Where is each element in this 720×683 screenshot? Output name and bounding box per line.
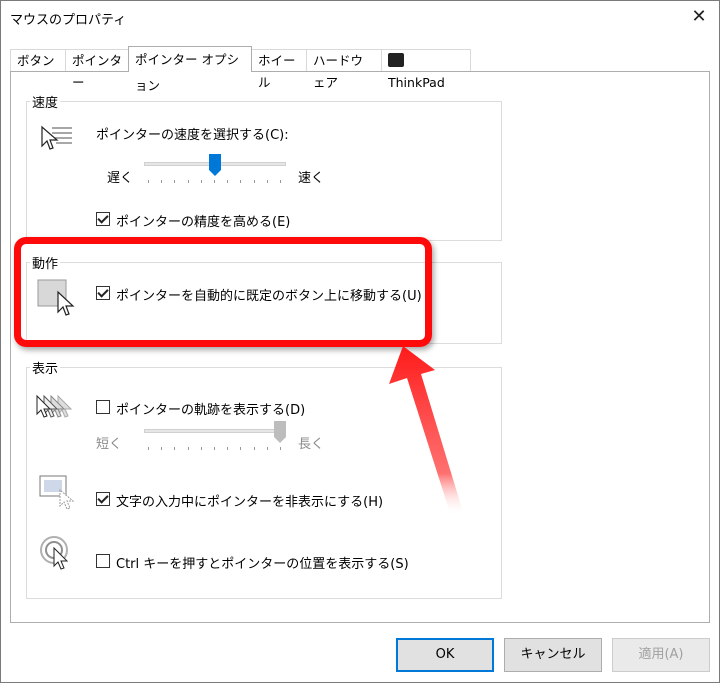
- slider-tick: [266, 447, 268, 450]
- slider-tick: [187, 180, 189, 183]
- tab-buttons[interactable]: ボタン: [10, 49, 66, 71]
- trails-checkbox[interactable]: [96, 400, 110, 414]
- speed-slider-thumb[interactable]: [209, 154, 221, 176]
- tab-pointers[interactable]: ポインター: [65, 49, 129, 90]
- slider-tick: [240, 447, 242, 450]
- precision-checkbox[interactable]: [96, 212, 110, 226]
- slider-tick: [266, 180, 268, 183]
- trails-slider-track[interactable]: [144, 429, 286, 433]
- tab-wheel[interactable]: ホイール: [251, 49, 307, 90]
- annotation-arrow: [389, 346, 463, 516]
- fast-label: 速く: [298, 171, 325, 186]
- long-label: 長く: [298, 437, 325, 452]
- slider-tick: [174, 180, 176, 183]
- speed-slider-ticks: [148, 180, 282, 184]
- hide-while-typing-checkbox[interactable]: [96, 492, 110, 506]
- slider-tick: [240, 180, 242, 183]
- trails-slider-thumb[interactable]: [274, 421, 286, 443]
- speed-group-label: 速度: [30, 92, 61, 111]
- slider-tick: [200, 447, 202, 450]
- slider-tick: [174, 447, 176, 450]
- cancel-button[interactable]: キャンセル: [504, 638, 602, 672]
- tab-label: ボタン: [17, 53, 55, 68]
- close-icon[interactable]: ✕: [688, 6, 710, 28]
- slider-tick: [214, 447, 215, 450]
- trails-label: ポインターの軌跡を表示する(D): [116, 403, 306, 418]
- slider-tick: [227, 447, 229, 450]
- precision-label: ポインターの精度を高める(E): [116, 215, 291, 230]
- slider-tick: [161, 447, 163, 450]
- slider-tick: [253, 180, 255, 183]
- highlight-box: [14, 237, 432, 347]
- thinkpad-icon: [388, 53, 404, 67]
- hide-while-typing-label: 文字の入力中にポインターを非表示にする(H): [116, 495, 384, 510]
- ctrl-location-checkbox[interactable]: [96, 554, 110, 568]
- slider-tick: [280, 180, 281, 183]
- slider-tick: [227, 180, 229, 183]
- tab-pointer-options[interactable]: ポインター オプション: [128, 46, 252, 93]
- ctrl-location-label: Ctrl キーを押すとポインターの位置を表示する(S): [116, 557, 409, 572]
- pointer-trails-icon: [36, 394, 73, 418]
- hide-pointer-icon: [39, 475, 75, 510]
- speed-select-label: ポインターの速度を選択する(C):: [96, 128, 289, 143]
- slider-tick: [200, 180, 202, 183]
- slow-label: 遅く: [107, 171, 134, 186]
- display-group-label: 表示: [30, 358, 61, 377]
- slider-tick: [253, 447, 255, 450]
- tab-hardware[interactable]: ハードウェア: [306, 49, 382, 90]
- window-title: マウスのプロパティ: [10, 13, 127, 28]
- trails-slider-ticks: [148, 447, 282, 451]
- slider-tick: [214, 180, 215, 183]
- tab-thinkpad[interactable]: ThinkPad: [381, 49, 471, 90]
- ok-button[interactable]: OK: [396, 638, 494, 672]
- pointer-speed-icon: [41, 125, 72, 150]
- short-label: 短く: [96, 437, 123, 452]
- slider-tick: [280, 447, 281, 450]
- slider-tick: [148, 447, 149, 450]
- apply-button[interactable]: 適用(A): [612, 638, 710, 672]
- show-location-icon: [40, 536, 69, 570]
- slider-tick: [187, 447, 189, 450]
- slider-tick: [148, 180, 149, 183]
- slider-tick: [161, 180, 163, 183]
